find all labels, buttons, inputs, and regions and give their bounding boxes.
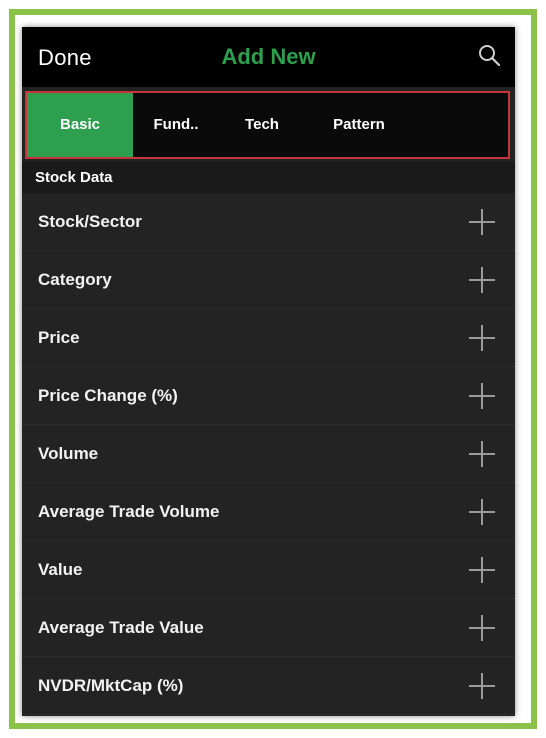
plus-icon[interactable] [469, 673, 495, 699]
category-tab-bar: Basic Fund.. Tech Pattern [25, 91, 510, 159]
search-icon [479, 45, 501, 67]
list-item-label: Stock/Sector [38, 212, 142, 231]
plus-icon[interactable] [469, 325, 495, 351]
section-header: Stock Data [22, 161, 515, 193]
section-title: Stock Data [35, 169, 113, 186]
field-list: Stock/Sector Category Price Price Change… [22, 193, 515, 715]
list-item-label: NVDR/MktCap (%) [38, 676, 184, 695]
tab-label: Pattern [333, 116, 385, 133]
list-item-label: Volume [38, 444, 99, 463]
list-item-label: Price Change (%) [38, 386, 178, 405]
list-item-stock-sector: Stock/Sector [22, 193, 515, 251]
tab-basic[interactable]: Basic [27, 93, 133, 157]
list-item-label: Category [38, 270, 112, 289]
list-item-price-change: Price Change (%) [22, 367, 515, 425]
plus-icon[interactable] [469, 557, 495, 583]
tab-label: Tech [245, 116, 279, 133]
app-screen: Done Add New Basic Fund.. Tech Pattern S… [22, 27, 515, 716]
list-item-average-trade-volume: Average Trade Volume [22, 483, 515, 541]
page-title: Add New [221, 44, 316, 69]
list-item-nvdr-mktcap: NVDR/MktCap (%) [22, 657, 515, 715]
list-item-volume: Volume [22, 425, 515, 483]
tab-tech[interactable]: Tech [219, 93, 305, 157]
plus-icon[interactable] [469, 615, 495, 641]
list-item-value: Value [22, 541, 515, 599]
list-item-price: Price [22, 309, 515, 367]
list-item-average-trade-value: Average Trade Value [22, 599, 515, 657]
list-item-label: Value [38, 560, 83, 579]
plus-icon[interactable] [469, 383, 495, 409]
tab-label: Basic [59, 116, 101, 133]
plus-icon[interactable] [469, 441, 495, 467]
list-item-label: Average Trade Value [38, 618, 204, 637]
plus-icon[interactable] [469, 267, 495, 293]
list-item-label: Average Trade Volume [38, 502, 220, 521]
list-item-label: Price [38, 328, 80, 347]
tab-label: Fund.. [153, 116, 199, 133]
tab-pattern[interactable]: Pattern [305, 93, 413, 157]
list-item-category: Category [22, 251, 515, 309]
search-button[interactable] [475, 41, 505, 71]
plus-icon[interactable] [469, 499, 495, 525]
top-navigation-bar: Done Add New [22, 27, 515, 87]
tab-fund[interactable]: Fund.. [133, 93, 219, 157]
plus-icon[interactable] [469, 209, 495, 235]
